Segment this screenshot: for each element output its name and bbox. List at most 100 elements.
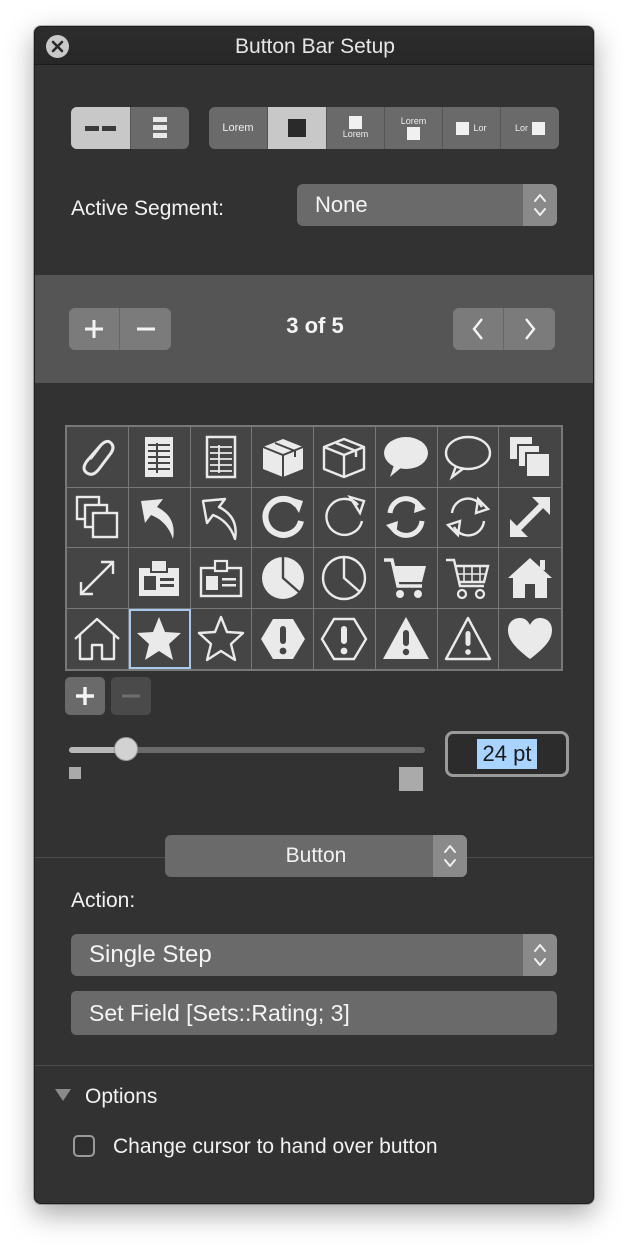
small-size-icon [69, 767, 81, 779]
action-value: Single Step [89, 941, 212, 968]
triangle-warning-outline-icon [444, 616, 492, 660]
icon-grid-cell[interactable] [252, 608, 314, 669]
icon-grid-cell[interactable] [437, 487, 500, 548]
change-cursor-label[interactable]: Change cursor to hand over button [113, 1135, 438, 1159]
expand-outline-icon [80, 560, 115, 595]
icon-grid-cell[interactable] [252, 427, 314, 488]
icon-grid-cell[interactable] [499, 548, 561, 609]
text-only-segment[interactable]: Lorem [209, 107, 268, 149]
segment-label: Lorem [400, 116, 427, 126]
square-icon [407, 127, 420, 140]
icon-grid-cell[interactable] [128, 548, 191, 609]
script-step-field[interactable]: Set Field [Sets::Rating; 3] [71, 991, 557, 1035]
icon-grid-cell[interactable] [314, 608, 376, 669]
expand-filled-icon [510, 497, 551, 538]
triangle-warning-filled-icon [383, 616, 430, 659]
icon-grid-cell[interactable] [128, 487, 191, 548]
square-icon [349, 116, 362, 129]
horizontal-layout-segment[interactable] [71, 107, 131, 149]
icon-grid-cell[interactable] [128, 427, 191, 488]
icon-grid-cell[interactable] [67, 548, 129, 609]
id-card-outline-icon [199, 559, 243, 597]
icon-grid-cell[interactable] [438, 608, 500, 669]
active-segment-value: None [315, 192, 368, 217]
icon-grid-cell[interactable] [67, 487, 129, 548]
square-icon [532, 121, 545, 135]
active-segment-label: Active Segment: [71, 197, 224, 220]
icon-grid-cell[interactable] [67, 427, 129, 488]
button-type-value: Button [285, 844, 347, 867]
icon-above-text-segment[interactable]: Lorem [327, 107, 385, 149]
icon-size-unit: pt [507, 741, 532, 766]
rotate-outline-icon [325, 495, 366, 537]
vertical-layout-segment[interactable] [131, 107, 189, 149]
icon-grid-cell[interactable] [375, 548, 438, 609]
cart-filled-icon [384, 558, 427, 598]
arrow-up-left-outline-icon [201, 498, 237, 541]
next-segment-button[interactable] [504, 308, 555, 350]
icon-grid-cell[interactable] [376, 608, 438, 669]
segment-label: Lor [473, 123, 487, 133]
icon-size-slider-knob[interactable] [113, 737, 138, 761]
minus-icon [122, 694, 140, 698]
previous-segment-button[interactable] [453, 308, 504, 350]
label-style-segmented-control: Lorem Lorem Lorem Lor Lor [209, 107, 559, 149]
square-icon [456, 121, 470, 135]
button-type-popup[interactable]: Button [165, 835, 467, 877]
icon-grid-cell[interactable] [499, 488, 561, 548]
icon-grid-cell[interactable] [190, 487, 253, 548]
segment-label: Lorem [342, 129, 369, 139]
icon-grid-cell[interactable] [128, 608, 191, 669]
icon-grid-cell[interactable] [252, 548, 314, 609]
minus-icon [136, 327, 155, 331]
close-icon [51, 40, 64, 53]
icon-grid-cell[interactable] [375, 487, 438, 548]
active-segment-popup[interactable]: None [297, 184, 557, 226]
icon-grid-cell[interactable] [314, 487, 376, 548]
rotate-filled-icon [262, 496, 304, 539]
title-bar: Button Bar Setup [35, 27, 593, 65]
options-label[interactable]: Options [85, 1085, 157, 1109]
box-filled-icon [262, 438, 303, 477]
icon-grid-cell[interactable] [314, 548, 376, 609]
pie-chart-filled-icon [261, 556, 304, 599]
icon-size-field[interactable]: 24 pt [445, 731, 569, 777]
segment-counter: 3 of 5 [286, 313, 344, 338]
icon-grid-cell[interactable] [314, 427, 376, 488]
action-popup[interactable]: Single Step [71, 934, 557, 976]
cart-outline-icon [445, 558, 490, 599]
chevron-right-icon [524, 318, 536, 340]
remove-segment-button[interactable] [120, 308, 171, 350]
hexagon-alert-outline-icon [320, 617, 368, 660]
icon-grid-cell[interactable] [190, 548, 253, 609]
text-above-icon-segment[interactable]: Lorem [385, 107, 443, 149]
segment-label: Lorem [222, 122, 254, 134]
close-button[interactable] [46, 35, 69, 58]
popup-stepper [523, 184, 557, 226]
horizontal-layout-icon [84, 126, 116, 131]
text-left-icon-segment[interactable]: Lor [501, 107, 559, 149]
icon-left-text-segment[interactable]: Lor [443, 107, 501, 149]
add-segment-button[interactable] [69, 308, 120, 350]
disclosure-triangle-icon[interactable] [55, 1089, 71, 1101]
icon-grid-cell[interactable] [437, 548, 500, 609]
home-outline-icon [74, 617, 121, 660]
icon-grid-cell[interactable] [499, 609, 561, 670]
sync-filled-icon [386, 496, 427, 539]
icon-only-segment[interactable] [268, 107, 327, 149]
icon-grid-cell[interactable] [67, 608, 129, 669]
add-icon-button[interactable] [65, 677, 105, 715]
change-cursor-checkbox[interactable] [73, 1135, 95, 1157]
paperclip-icon [82, 439, 115, 476]
icon-grid-cell[interactable] [499, 427, 561, 488]
remove-icon-button[interactable] [111, 677, 151, 715]
icon-grid-cell[interactable] [191, 608, 253, 669]
chevron-left-icon [472, 318, 483, 340]
icon-grid-cell[interactable] [437, 427, 500, 488]
chevron-up-down-icon [534, 944, 546, 966]
speech-bubble-outline-icon [444, 435, 492, 481]
icon-grid-cell[interactable] [375, 427, 438, 488]
icon-grid-cell[interactable] [190, 427, 253, 488]
icon-grid-cell[interactable] [252, 487, 314, 548]
section-divider [35, 1065, 593, 1066]
